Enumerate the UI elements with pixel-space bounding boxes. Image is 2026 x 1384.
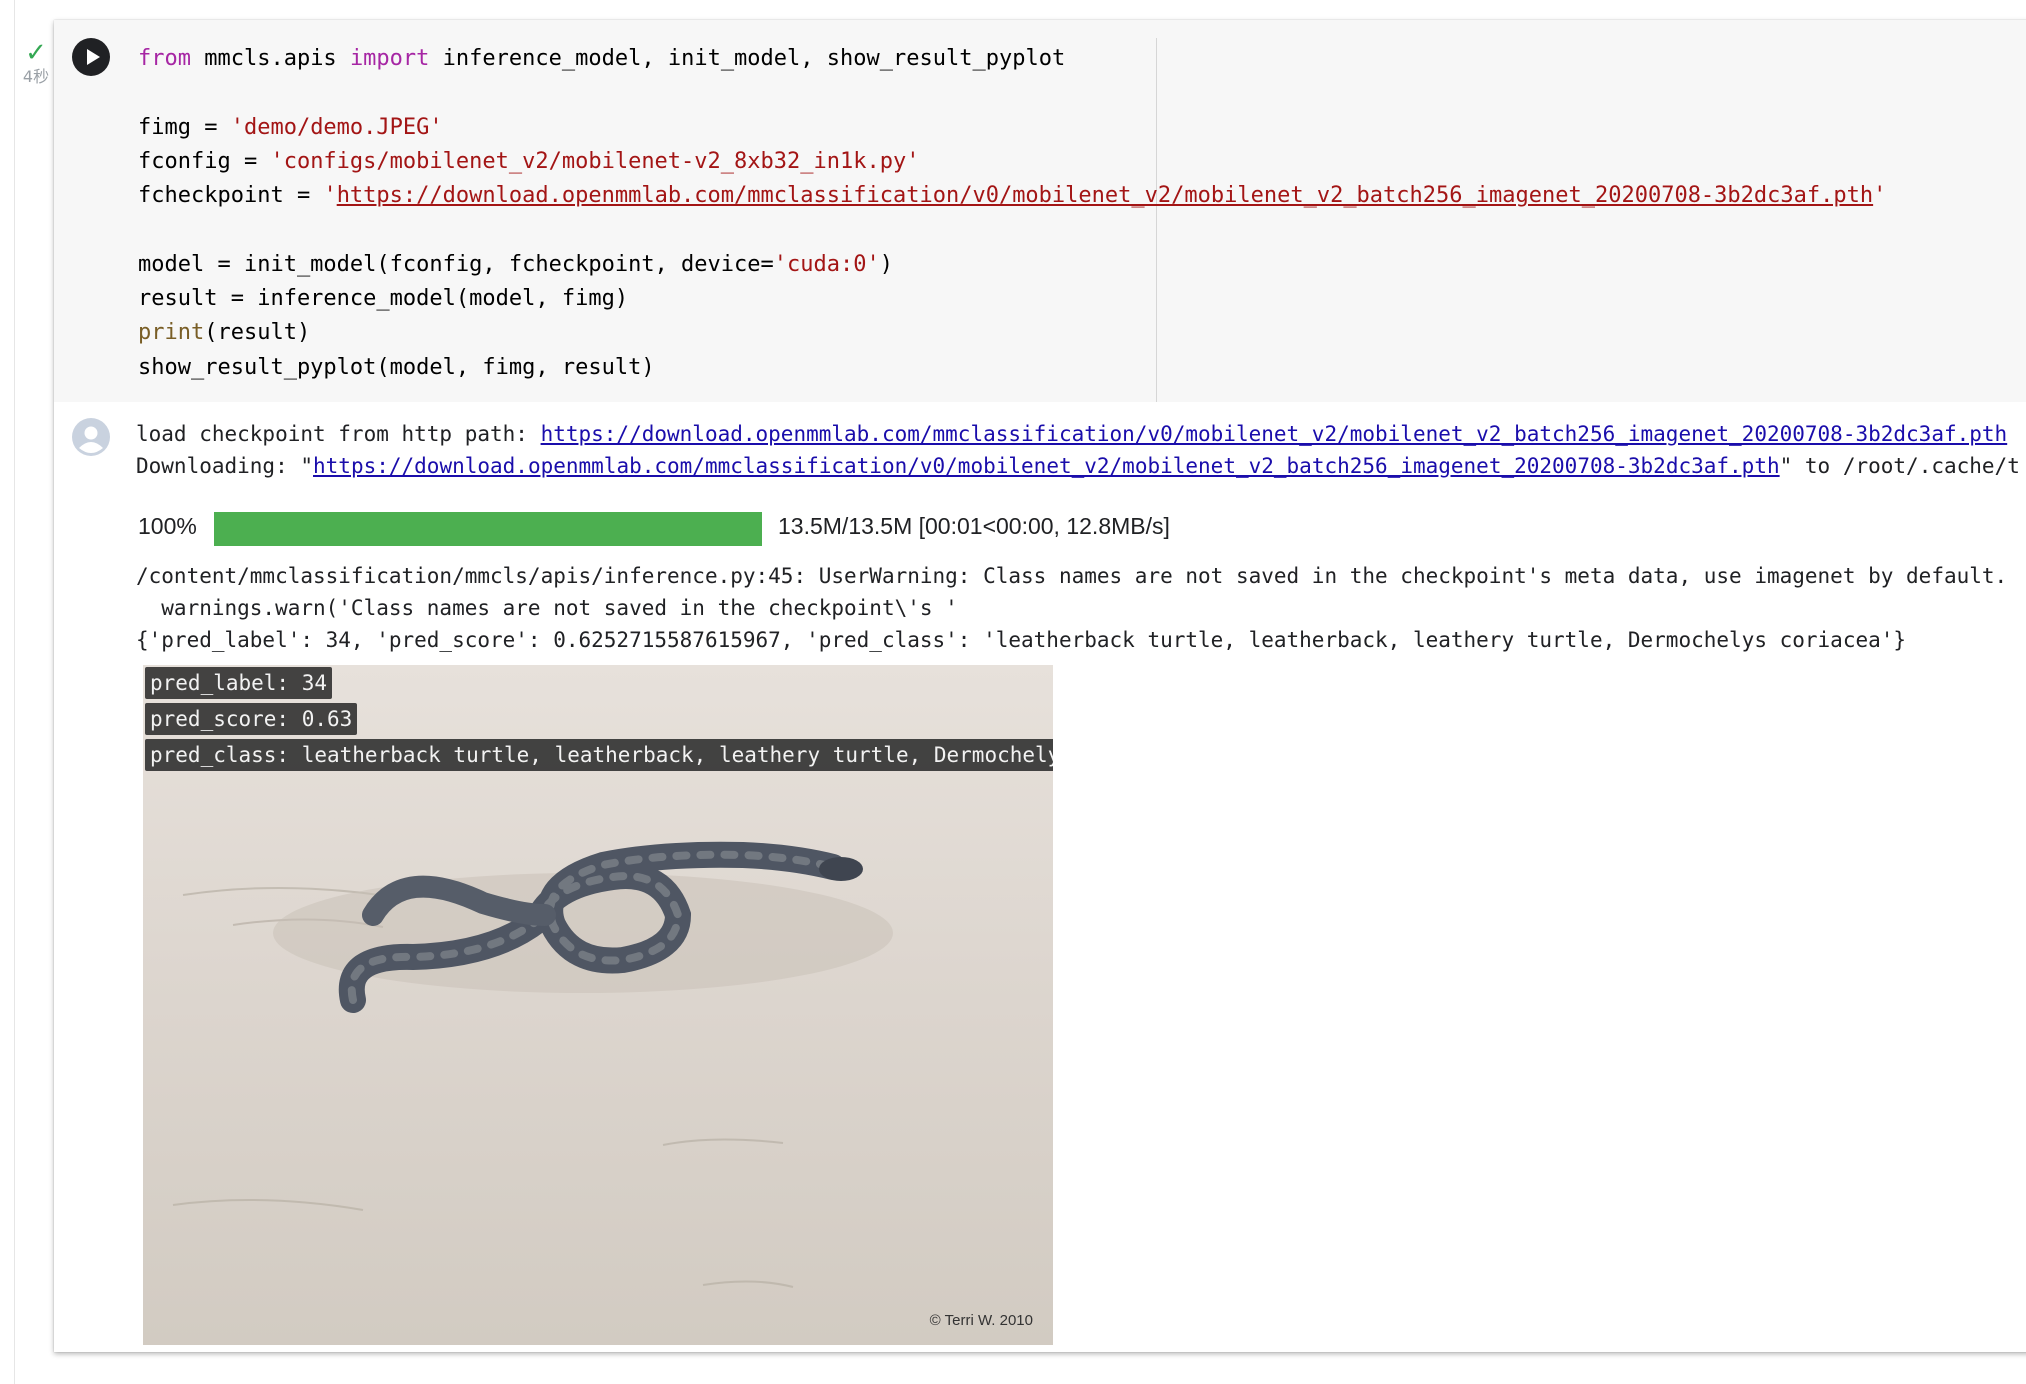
code-line-5: fcheckpoint = 'https://download.openmmla… [138, 183, 1887, 209]
output-result-line: {'pred_label': 34, 'pred_score': 0.62527… [136, 628, 1907, 652]
checkpoint-url-link[interactable]: https://download.openmmlab.com/mmclassif… [337, 183, 1873, 208]
notebook-cell[interactable]: from mmcls.apis import inference_model, … [54, 20, 2026, 1352]
output-line-downloading: Downloading: "https://download.openmmlab… [136, 454, 2020, 478]
image-credit: © Terri W. 2010 [929, 1312, 1033, 1329]
code-editor-area[interactable]: from mmcls.apis import inference_model, … [54, 20, 2026, 402]
checkmark-icon: ✓ [25, 38, 47, 68]
result-image: pred_label: 34 pred_score: 0.63 pred_cla… [143, 665, 1053, 1345]
code-editor[interactable]: from mmcls.apis import inference_model, … [138, 42, 1886, 385]
code-line-10: show_result_pyplot(model, fimg, result) [138, 354, 655, 380]
output-text: load checkpoint from http path: https://… [136, 402, 2020, 652]
output-line-load: load checkpoint from http path: https://… [136, 422, 2008, 446]
cell-status: ✓ 4秒 [16, 40, 56, 86]
left-gutter [0, 0, 15, 1384]
progress-info: 13.5M/13.5M [00:01<00:00, 12.8MB/s] [778, 513, 1170, 539]
code-line-9: print(result) [138, 320, 311, 346]
avatar-icon [72, 418, 110, 456]
elapsed-time: 4秒 [22, 67, 50, 86]
code-line-3: fimg = 'demo/demo.JPEG' [138, 114, 443, 140]
cell-output: load checkpoint from http path: https://… [54, 402, 2026, 1352]
play-icon [87, 49, 100, 65]
code-line-7: model = init_model(fconfig, fcheckpoint,… [138, 251, 893, 277]
pred-score-overlay: pred_score: 0.63 [145, 703, 358, 735]
pred-class-overlay: pred_class: leatherback turtle, leatherb… [145, 739, 1053, 771]
progress-bar [214, 512, 762, 546]
run-cell-button[interactable] [72, 38, 110, 76]
pred-label-overlay: pred_label: 34 [145, 667, 333, 699]
code-line-1: from mmcls.apis import inference_model, … [138, 46, 1066, 71]
output-warning-line-2: warnings.warn('Class names are not saved… [136, 596, 958, 620]
code-line-4: fconfig = 'configs/mobilenet_v2/mobilene… [138, 148, 920, 174]
output-warning-line: /content/mmclassification/mmcls/apis/inf… [136, 564, 2008, 588]
download-link[interactable]: https://download.openmmlab.com/mmclassif… [313, 454, 1780, 478]
load-checkpoint-link[interactable]: https://download.openmmlab.com/mmclassif… [541, 422, 2008, 446]
progress-bar-fill [214, 512, 762, 546]
code-line-8: result = inference_model(model, fimg) [138, 286, 629, 312]
progress-percent: 100% [138, 513, 197, 539]
